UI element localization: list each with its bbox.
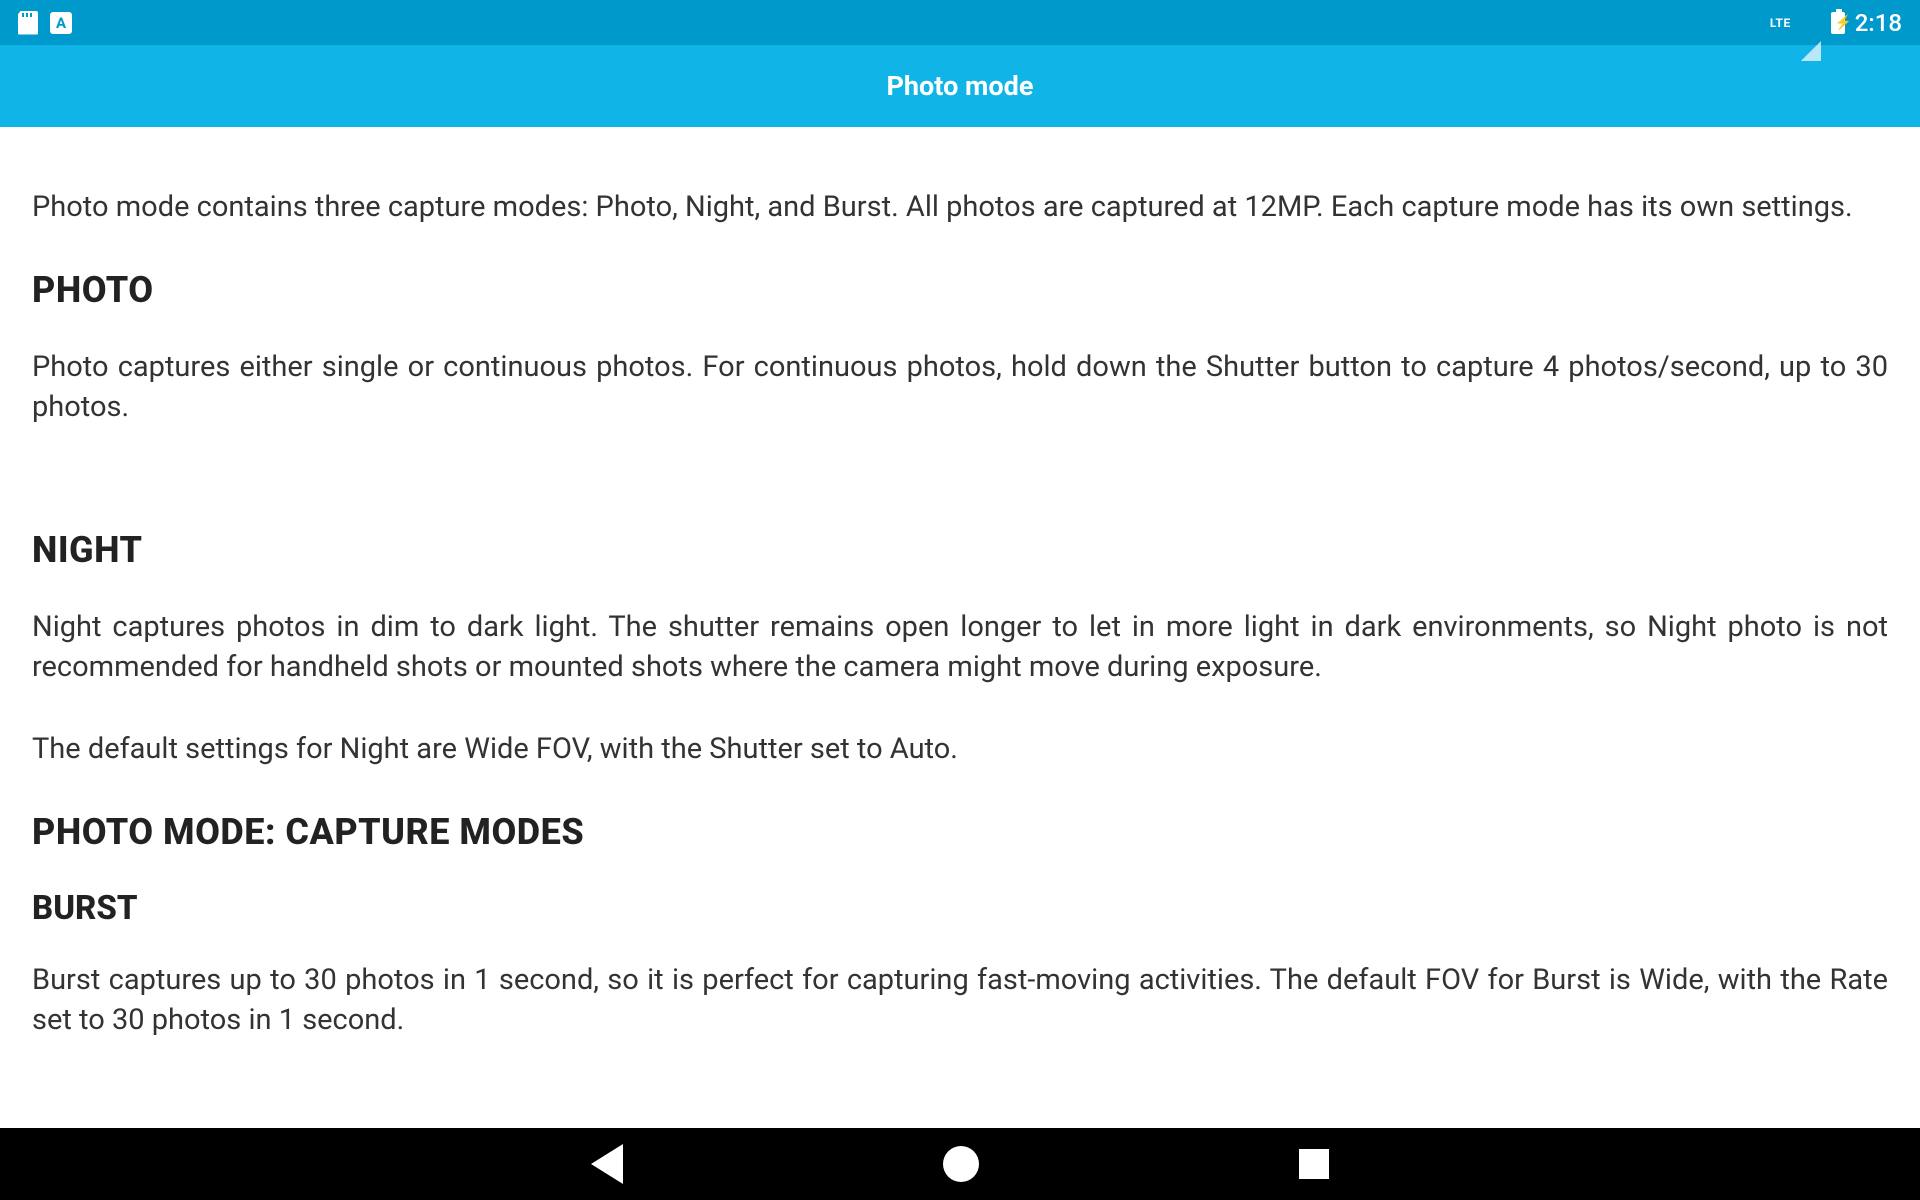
- navigation-bar: [0, 1128, 1920, 1200]
- burst-body: Burst captures up to 30 photos in 1 seco…: [32, 960, 1888, 1040]
- status-left: A: [18, 11, 72, 35]
- content-area[interactable]: Photo mode contains three capture modes:…: [0, 127, 1920, 1128]
- night-heading: NIGHT: [32, 529, 1888, 571]
- app-bar: Photo mode: [0, 45, 1920, 127]
- intro-paragraph: Photo mode contains three capture modes:…: [32, 187, 1888, 227]
- capture-modes-heading: PHOTO MODE: CAPTURE MODES: [32, 811, 1888, 853]
- status-bar: A LTE ⚡ 2:18: [0, 0, 1920, 45]
- page-title: Photo mode: [887, 70, 1034, 102]
- battery-charging-icon: ⚡: [1831, 12, 1845, 34]
- sd-card-icon: [18, 11, 38, 35]
- night-body-2: The default settings for Night are Wide …: [32, 729, 1888, 769]
- photo-heading: PHOTO: [32, 269, 1888, 311]
- network-lte-label: LTE: [1770, 16, 1791, 30]
- photo-body: Photo captures either single or continuo…: [32, 347, 1888, 427]
- status-time: 2:18: [1855, 9, 1902, 37]
- burst-heading: BURST: [32, 889, 1888, 928]
- keyboard-icon: A: [50, 12, 72, 34]
- signal-icon: [1801, 13, 1821, 61]
- status-right: LTE ⚡ 2:18: [1770, 9, 1902, 37]
- night-body-1: Night captures photos in dim to dark lig…: [32, 607, 1888, 687]
- home-button[interactable]: [943, 1146, 979, 1182]
- recent-button[interactable]: [1299, 1149, 1329, 1179]
- back-button[interactable]: [591, 1144, 623, 1184]
